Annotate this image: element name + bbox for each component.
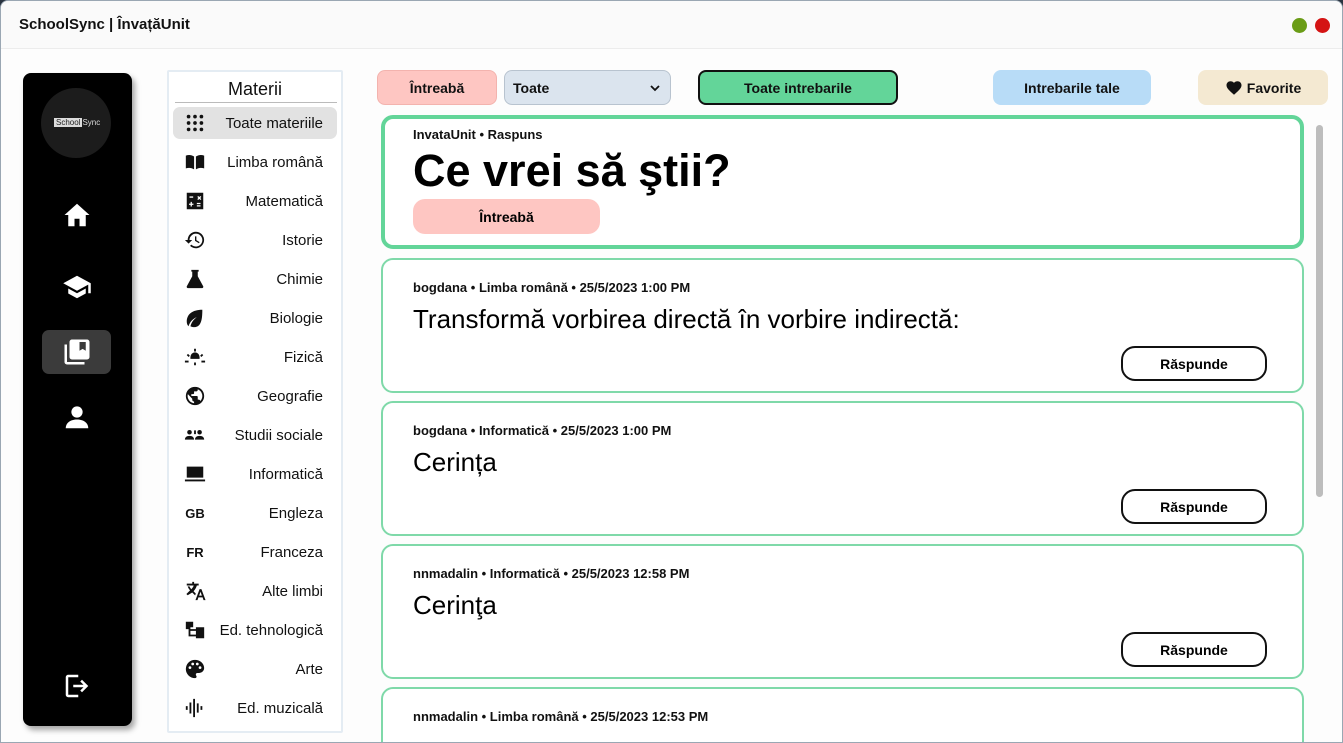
app-content: School Sync Materii Toate materiile Limb… [1,49,1342,742]
minimize-button[interactable] [1292,18,1307,33]
subject-label: Chimie [276,271,323,288]
question-card[interactable]: nnmadalin • Informatică • 25/5/2023 12:5… [381,544,1304,679]
library-books-icon [64,339,89,365]
all-questions-button[interactable]: Toate intrebarile [698,70,898,105]
nav-logout-button[interactable] [42,664,111,708]
subject-item-studii-sociale[interactable]: Studii sociale [173,419,337,451]
main-nav: School Sync [23,73,132,726]
person-icon [65,406,88,429]
translate-icon [183,580,207,602]
fr-text-icon: FR [186,544,204,560]
subject-label: Arte [295,661,323,678]
question-text: Cerința [413,447,497,477]
hero-meta: InvataUnit • Raspuns [413,127,543,142]
subject-item-matematica[interactable]: Matematică [173,185,337,217]
subject-label: Istorie [282,232,323,249]
question-text: Transformă vorbirea directă în vorbire i… [413,304,960,334]
subjects-panel: Materii Toate materiile Limba română Mat… [167,70,343,733]
hero-ask-button[interactable]: Întreabă [413,199,600,234]
subject-label: Informatică [248,466,323,483]
home-icon [64,203,89,227]
filter-value: Toate [513,79,550,96]
ask-hero-card: InvataUnit • Raspuns Ce vrei să ştii? În… [381,115,1304,249]
chevron-down-icon [650,85,660,92]
title-bar: SchoolSync | ÎnvațăUnit [1,1,1342,49]
subjects-divider [175,102,337,103]
subject-label: Ed. muzicală [237,700,323,717]
your-questions-button[interactable]: Intrebarile tale [993,70,1151,105]
open-book-icon [183,151,207,173]
graduation-cap-icon [62,275,91,299]
subject-label: Alte limbi [262,583,323,600]
favorites-button[interactable]: Favorite [1198,70,1328,105]
app-window: SchoolSync | ÎnvațăUnit School Sync Mate… [0,0,1343,743]
subject-item-franceza[interactable]: FR Franceza [173,536,337,568]
favorites-label: Favorite [1246,79,1302,96]
globe-icon [183,385,207,407]
subject-item-istorie[interactable]: Istorie [173,224,337,256]
subject-label: Studii sociale [234,427,323,444]
laptop-icon [183,463,207,485]
subject-item-toate-materiile[interactable]: Toate materiile [173,107,337,139]
history-icon [183,229,207,251]
reply-button[interactable]: Răspunde [1121,489,1267,524]
subject-label: Biologie [269,310,323,327]
question-meta: nnmadalin • Limba română • 25/5/2023 12:… [413,709,709,724]
subject-item-chimie[interactable]: Chimie [173,263,337,295]
light-icon [183,346,207,368]
subject-label: Ed. tehnologică [219,622,323,639]
audio-wave-icon [183,697,207,719]
subject-item-ed-muzicala[interactable]: Ed. muzicală [173,692,337,724]
nav-questions-button[interactable] [42,330,111,374]
logout-icon [65,674,88,698]
ask-button[interactable]: Întreabă [377,70,497,105]
question-card[interactable]: bogdana • Limba română • 25/5/2023 1:00 … [381,258,1304,393]
flask-icon [183,268,207,290]
subject-label: Toate materiile [225,115,323,132]
question-text: Cerinţa [413,590,497,620]
subject-item-arte[interactable]: Arte [173,653,337,685]
logo-text: School Sync [54,118,101,127]
reply-button[interactable]: Răspunde [1121,346,1267,381]
question-card[interactable]: bogdana • Informatică • 25/5/2023 1:00 P… [381,401,1304,536]
subjects-title: Materii [227,79,282,99]
leaf-icon [183,307,207,329]
subject-label: Geografie [257,388,323,405]
palette-icon [183,658,207,680]
nav-home-button[interactable] [42,193,111,237]
subject-item-ed-tehnologica[interactable]: Ed. tehnologică [173,614,337,646]
subject-item-informatica[interactable]: Informatică [173,458,337,490]
subject-label: Engleza [268,505,323,522]
question-card[interactable]: nnmadalin • Limba română • 25/5/2023 12:… [381,687,1304,742]
subject-item-engleza[interactable]: GB Engleza [173,497,337,529]
subject-item-biologie[interactable]: Biologie [173,302,337,334]
question-meta: nnmadalin • Informatică • 25/5/2023 12:5… [413,566,690,581]
subject-label: Franceza [260,544,323,561]
calculator-icon [183,190,207,212]
people-icon [183,424,207,446]
schema-icon [183,619,207,641]
grid-dots-icon [183,112,207,134]
heart-icon [1226,80,1242,95]
question-meta: bogdana • Limba română • 25/5/2023 1:00 … [413,280,691,295]
subject-label: Fizică [283,349,323,366]
feed-scrollbar[interactable] [1316,125,1323,497]
close-button[interactable] [1315,18,1330,33]
subject-item-alte-limbi[interactable]: Alte limbi [173,575,337,607]
window-title: SchoolSync | ÎnvațăUnit [19,16,190,33]
nav-courses-button[interactable] [42,265,111,309]
subject-item-limba-romana[interactable]: Limba română [173,146,337,178]
subject-item-geografie[interactable]: Geografie [173,380,337,412]
question-meta: bogdana • Informatică • 25/5/2023 1:00 P… [413,423,672,438]
app-logo: School Sync [41,88,111,158]
reply-button[interactable]: Răspunde [1121,632,1267,667]
subject-item-fizica[interactable]: Fizică [173,341,337,373]
subject-filter-select[interactable]: Toate [504,70,671,105]
gb-text-icon: GB [185,505,205,521]
hero-title: Ce vrei să ştii? [413,145,731,196]
subject-label: Limba română [227,154,323,171]
subject-label: Matematică [245,193,323,210]
nav-profile-button[interactable] [42,395,111,439]
